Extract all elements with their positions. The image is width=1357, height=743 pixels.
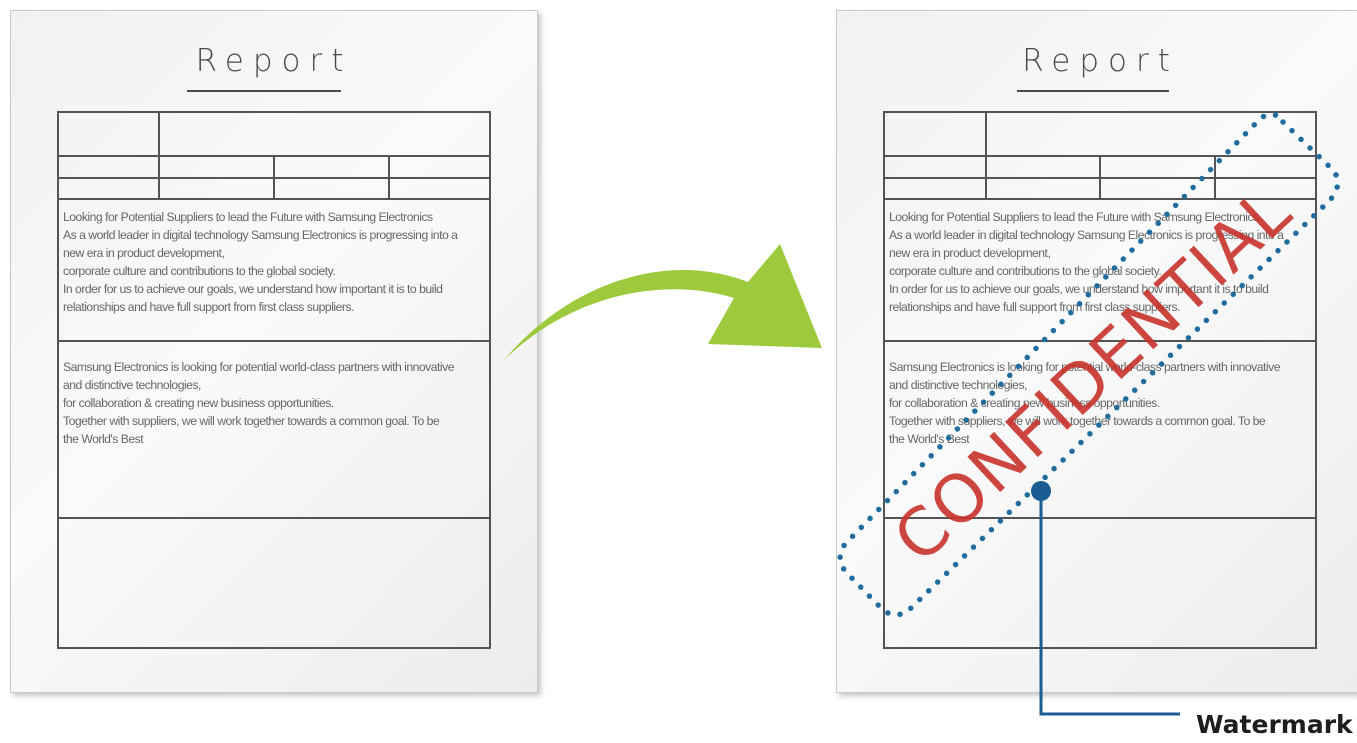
watermark-callout-label: Watermark [1196,710,1353,739]
callout-leader-line [1039,491,1180,716]
watermark-overlay: CONFIDENTIAL [837,111,1341,716]
watermark-text: CONFIDENTIAL [879,172,1306,578]
